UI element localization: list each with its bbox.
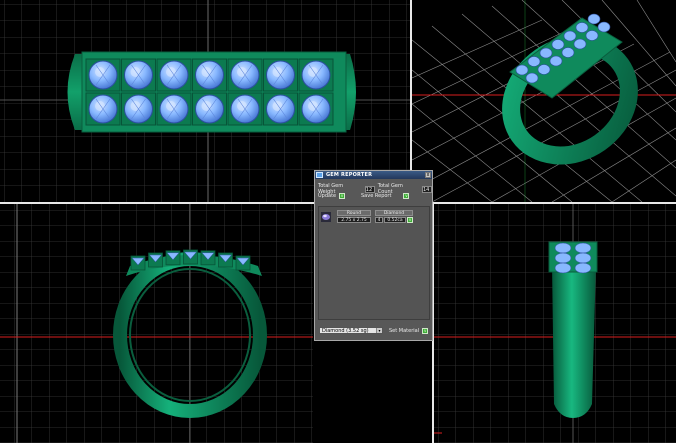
gem bbox=[587, 13, 601, 25]
gem bbox=[515, 64, 529, 76]
gem bbox=[574, 242, 592, 254]
total-weight-value: 12 bbox=[364, 185, 375, 193]
gem bbox=[537, 64, 551, 75]
gem-list[interactable]: Round 2.75 x 2.75 Diamond 4 0.52ca v bbox=[318, 206, 430, 320]
report-button-row: Update v Save Report v bbox=[318, 193, 410, 199]
gem bbox=[574, 262, 592, 274]
gem bbox=[575, 22, 589, 33]
viewport-front[interactable] bbox=[0, 204, 313, 443]
gem-count: 4 bbox=[375, 217, 383, 223]
material-select-value: Diamond (3.52 sg) bbox=[322, 328, 369, 334]
gem bbox=[551, 39, 565, 50]
update-button[interactable]: v bbox=[339, 193, 345, 199]
diamond-gem-icon bbox=[321, 211, 331, 222]
gem-reporter-titlebar[interactable]: GEM REPORTER x bbox=[315, 171, 432, 179]
viewport-side[interactable] bbox=[434, 204, 676, 443]
gem-reporter-title: GEM REPORTER bbox=[326, 172, 373, 178]
gem-reporter-panel: GEM REPORTER x Total Gem Weight 12 Total… bbox=[314, 170, 433, 341]
perspective-canvas bbox=[412, 0, 676, 202]
update-label: Update bbox=[318, 193, 337, 199]
gem bbox=[561, 47, 575, 58]
gem bbox=[554, 262, 572, 274]
side-view-canvas bbox=[434, 204, 676, 443]
dropdown-arrow-icon: ▾ bbox=[376, 328, 382, 333]
gem-size: 2.75 x 2.75 bbox=[337, 217, 371, 223]
gem bbox=[549, 55, 563, 67]
gem bbox=[554, 242, 572, 254]
gem bbox=[539, 47, 553, 59]
save-report-label: Save Report bbox=[361, 193, 392, 199]
gem-material-group: Diamond 4 0.52ca v bbox=[375, 210, 413, 223]
gem bbox=[597, 21, 611, 33]
gem-count-weight: 4 0.52ca v bbox=[375, 217, 413, 223]
gem-list-item[interactable]: Round 2.75 x 2.75 Diamond 4 0.52ca v bbox=[321, 210, 413, 223]
gem-weight: 0.52ca bbox=[384, 217, 406, 223]
gem-material: Diamond bbox=[375, 210, 413, 216]
gem bbox=[574, 252, 592, 264]
set-material-label: Set Material bbox=[389, 327, 420, 334]
gem-item-button[interactable]: v bbox=[407, 217, 413, 223]
close-icon[interactable]: x bbox=[425, 172, 431, 178]
front-view-canvas bbox=[0, 204, 313, 443]
gem bbox=[554, 252, 572, 264]
gem bbox=[563, 30, 577, 42]
gem-shape: Round bbox=[337, 210, 371, 216]
gem bbox=[585, 30, 599, 41]
total-count-value: 14 bbox=[422, 185, 432, 193]
gem bbox=[573, 38, 587, 50]
gem-reporter-icon bbox=[316, 172, 323, 178]
gem bbox=[527, 56, 541, 67]
save-report-button[interactable]: v bbox=[403, 193, 410, 199]
viewport-perspective[interactable] bbox=[412, 0, 676, 202]
set-material-button[interactable]: v bbox=[422, 327, 429, 334]
gem bbox=[525, 72, 539, 84]
gem-shape-group: Round 2.75 x 2.75 bbox=[337, 210, 371, 223]
material-row: Diamond (3.52 sg) ▾ Set Material v bbox=[319, 327, 429, 334]
material-select[interactable]: Diamond (3.52 sg) ▾ bbox=[319, 327, 383, 334]
